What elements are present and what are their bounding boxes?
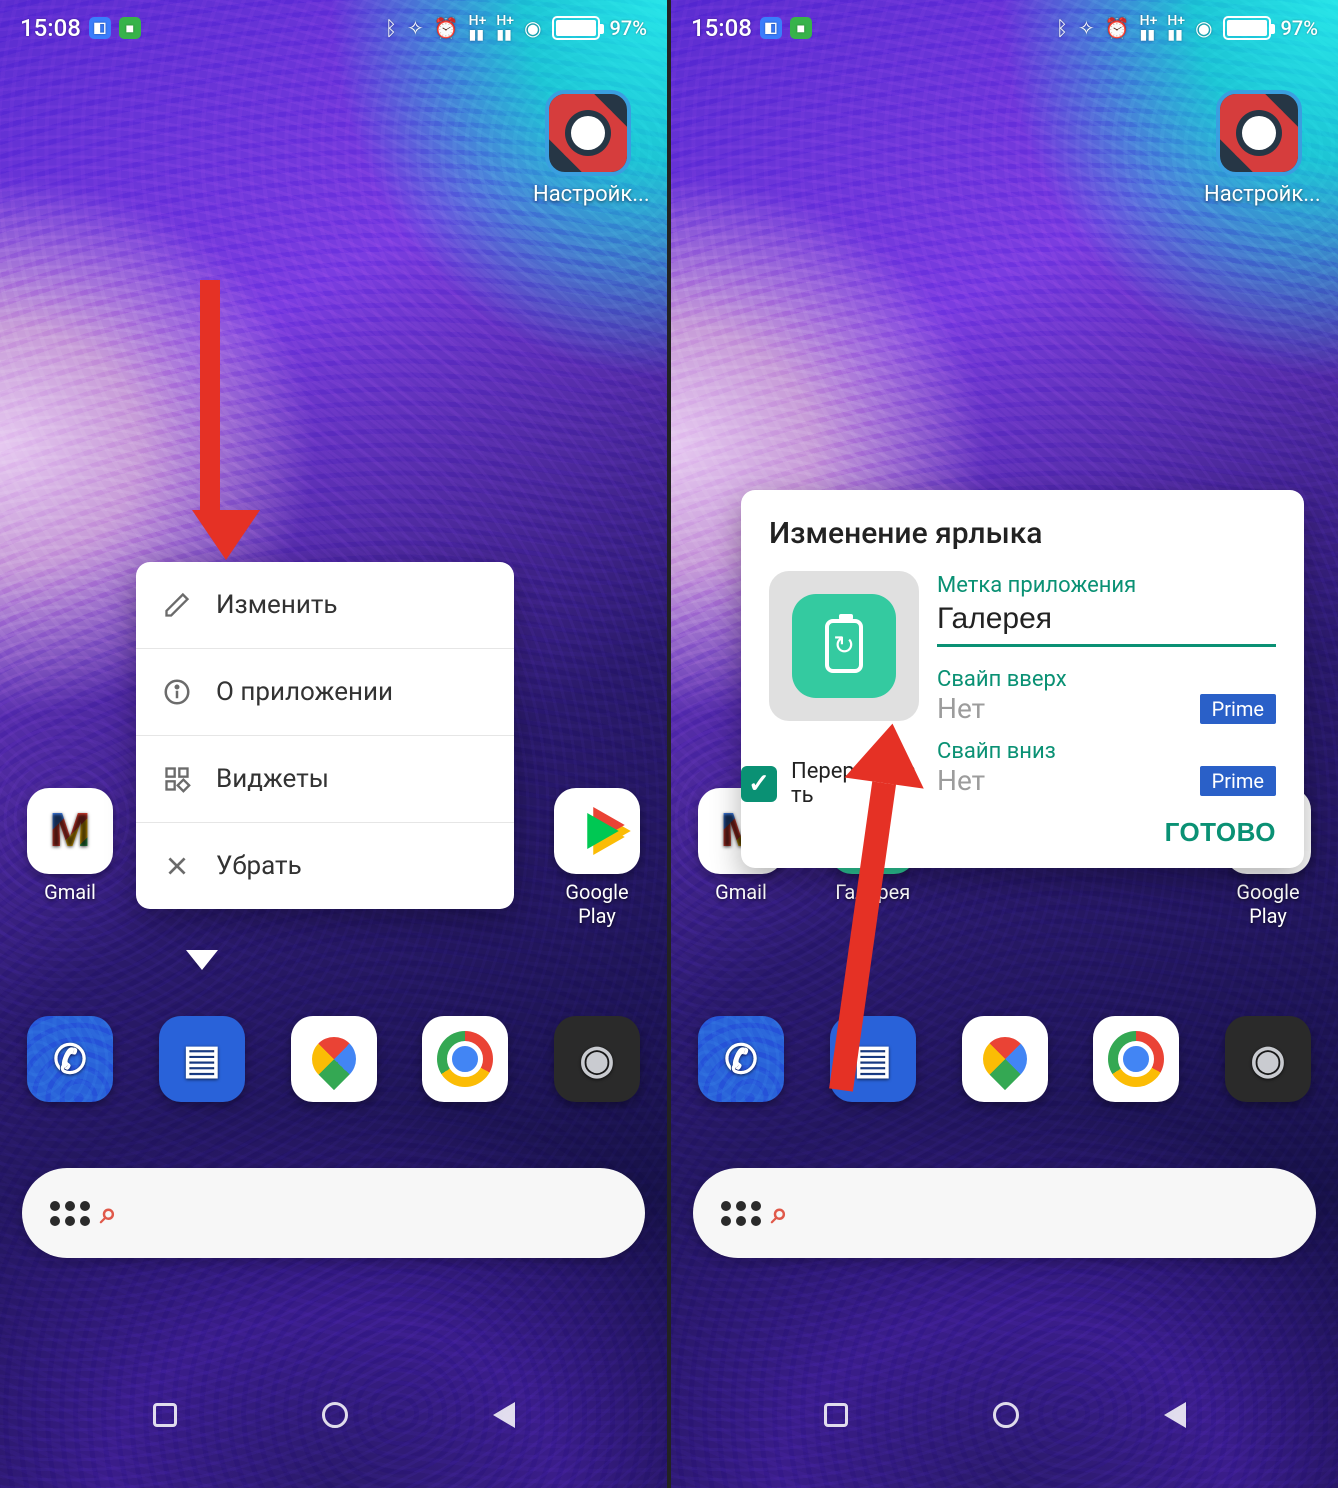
menu-item-remove-label: Убрать bbox=[216, 851, 302, 881]
prime-badge: Prime bbox=[1200, 766, 1276, 796]
close-icon bbox=[160, 849, 194, 883]
done-button[interactable]: ГОТОВО bbox=[1165, 817, 1276, 848]
app-gmail-label: Gmail bbox=[22, 880, 118, 904]
phone-screen-left: 15:08 ◧ ■ ᛒ ✧ ⏰ H+▮▮ H+▮▮ ◉ 97% Настройк… bbox=[0, 0, 667, 1488]
pencil-icon bbox=[160, 588, 194, 622]
menu-item-edit[interactable]: Изменить bbox=[136, 562, 514, 649]
icon-preview[interactable] bbox=[769, 571, 919, 721]
app-messages[interactable]: ▤ bbox=[154, 1016, 250, 1108]
search-icon: ⌕ bbox=[771, 1196, 788, 1231]
app-play-label: Google Play bbox=[549, 880, 645, 928]
nav-bar bbox=[0, 1402, 667, 1428]
battery-icon bbox=[552, 16, 600, 40]
app-settings-shortcut[interactable]: Настройк... bbox=[1204, 90, 1314, 207]
app-camera[interactable]: ◉ bbox=[549, 1016, 645, 1108]
prime-badge: Prime bbox=[1200, 694, 1276, 724]
swipe-up-caption: Свайп вверх bbox=[937, 667, 1276, 692]
alarm-icon: ⏰ bbox=[434, 16, 459, 40]
app-settings-label: Настройк... bbox=[533, 182, 643, 207]
nav-home[interactable] bbox=[993, 1402, 1019, 1428]
swipe-down-caption: Свайп вниз bbox=[937, 739, 1276, 764]
battery-pct: 97% bbox=[1281, 16, 1318, 40]
app-label-caption: Метка приложения bbox=[937, 573, 1276, 598]
app-drawer-icon bbox=[50, 1201, 90, 1226]
dock-row: ✆ ▤ ◉ bbox=[671, 1016, 1338, 1108]
widgets-icon bbox=[160, 762, 194, 796]
app-maps[interactable] bbox=[957, 1016, 1053, 1108]
app-play[interactable]: Google Play bbox=[549, 788, 645, 928]
app-gmail[interactable]: M Gmail bbox=[22, 788, 118, 928]
status-app-icon-1: ◧ bbox=[89, 17, 111, 39]
annotation-arrow-down bbox=[192, 280, 228, 560]
menu-item-about-label: О приложении bbox=[216, 677, 393, 707]
app-play-label: Google Play bbox=[1220, 880, 1316, 928]
bluetooth-icon: ᛒ bbox=[385, 16, 397, 40]
nav-home[interactable] bbox=[322, 1402, 348, 1428]
checkbox-checked-icon[interactable]: ✓ bbox=[741, 766, 777, 802]
alarm-icon: ⏰ bbox=[1105, 16, 1130, 40]
app-label-input[interactable] bbox=[937, 598, 1276, 647]
status-app-icon-2: ■ bbox=[790, 17, 812, 39]
wifi-icon: ◉ bbox=[524, 16, 541, 40]
app-phone[interactable]: ✆ bbox=[693, 1016, 789, 1108]
app-drawer-icon bbox=[721, 1201, 761, 1226]
swipe-down-row[interactable]: Нет Prime bbox=[937, 764, 1276, 797]
bluetooth-icon: ᛒ bbox=[1056, 16, 1068, 40]
search-icon: ⌕ bbox=[100, 1196, 117, 1231]
wifi-icon: ◉ bbox=[1195, 16, 1212, 40]
search-bar[interactable]: ⌕ bbox=[693, 1168, 1316, 1258]
app-phone[interactable]: ✆ bbox=[22, 1016, 118, 1108]
app-chrome[interactable] bbox=[1088, 1016, 1184, 1108]
context-menu: Изменить О приложении Виджеты Убрать bbox=[136, 562, 514, 909]
dock-row: ✆ ▤ ◉ bbox=[0, 1016, 667, 1108]
nav-back[interactable] bbox=[493, 1402, 515, 1428]
status-bar: 15:08 ◧ ■ ᛒ ✧ ⏰ H+▮▮ H+▮▮ ◉ 97% bbox=[0, 0, 667, 56]
app-maps[interactable] bbox=[286, 1016, 382, 1108]
swipe-up-row[interactable]: Нет Prime bbox=[937, 692, 1276, 725]
phone-screen-right: 15:08 ◧ ■ ᛒ ✧ ⏰ H+▮▮ H+▮▮ ◉ 97% Настройк… bbox=[671, 0, 1338, 1488]
menu-item-about[interactable]: О приложении bbox=[136, 649, 514, 736]
clock: 15:08 bbox=[691, 14, 752, 42]
search-bar[interactable]: ⌕ bbox=[22, 1168, 645, 1258]
signal-icon: H+▮▮ bbox=[469, 14, 487, 42]
clock: 15:08 bbox=[20, 14, 81, 42]
swipe-down-value: Нет bbox=[937, 764, 985, 797]
signal-icon: H+▮▮ bbox=[1140, 14, 1158, 42]
nav-back[interactable] bbox=[1164, 1402, 1186, 1428]
edit-shortcut-dialog: Изменение ярлыка Метка приложения Свайп … bbox=[741, 490, 1304, 868]
menu-item-edit-label: Изменить bbox=[216, 590, 337, 620]
nav-bar bbox=[671, 1402, 1338, 1428]
menu-item-remove[interactable]: Убрать bbox=[136, 823, 514, 909]
menu-item-widgets-label: Виджеты bbox=[216, 764, 329, 794]
app-camera[interactable]: ◉ bbox=[1220, 1016, 1316, 1108]
signal-icon-2: H+▮▮ bbox=[496, 14, 514, 42]
app-chrome[interactable] bbox=[417, 1016, 513, 1108]
nav-recent[interactable] bbox=[153, 1403, 177, 1427]
vibrate-icon: ✧ bbox=[407, 16, 424, 40]
app-settings-label: Настройк... bbox=[1204, 182, 1314, 207]
battery-icon bbox=[1223, 16, 1271, 40]
context-menu-tail bbox=[186, 950, 218, 970]
signal-icon-2: H+▮▮ bbox=[1167, 14, 1185, 42]
app-settings-shortcut[interactable]: Настройк... bbox=[533, 90, 643, 207]
nav-recent[interactable] bbox=[824, 1403, 848, 1427]
status-bar: 15:08 ◧ ■ ᛒ ✧ ⏰ H+▮▮ H+▮▮ ◉ 97% bbox=[671, 0, 1338, 56]
app-gmail-label: Gmail bbox=[693, 880, 789, 904]
menu-item-widgets[interactable]: Виджеты bbox=[136, 736, 514, 823]
battery-pct: 97% bbox=[610, 16, 647, 40]
status-app-icon-2: ■ bbox=[119, 17, 141, 39]
dialog-title: Изменение ярлыка bbox=[769, 516, 1276, 551]
status-app-icon-1: ◧ bbox=[760, 17, 782, 39]
info-icon bbox=[160, 675, 194, 709]
swipe-up-value: Нет bbox=[937, 692, 985, 725]
vibrate-icon: ✧ bbox=[1078, 16, 1095, 40]
